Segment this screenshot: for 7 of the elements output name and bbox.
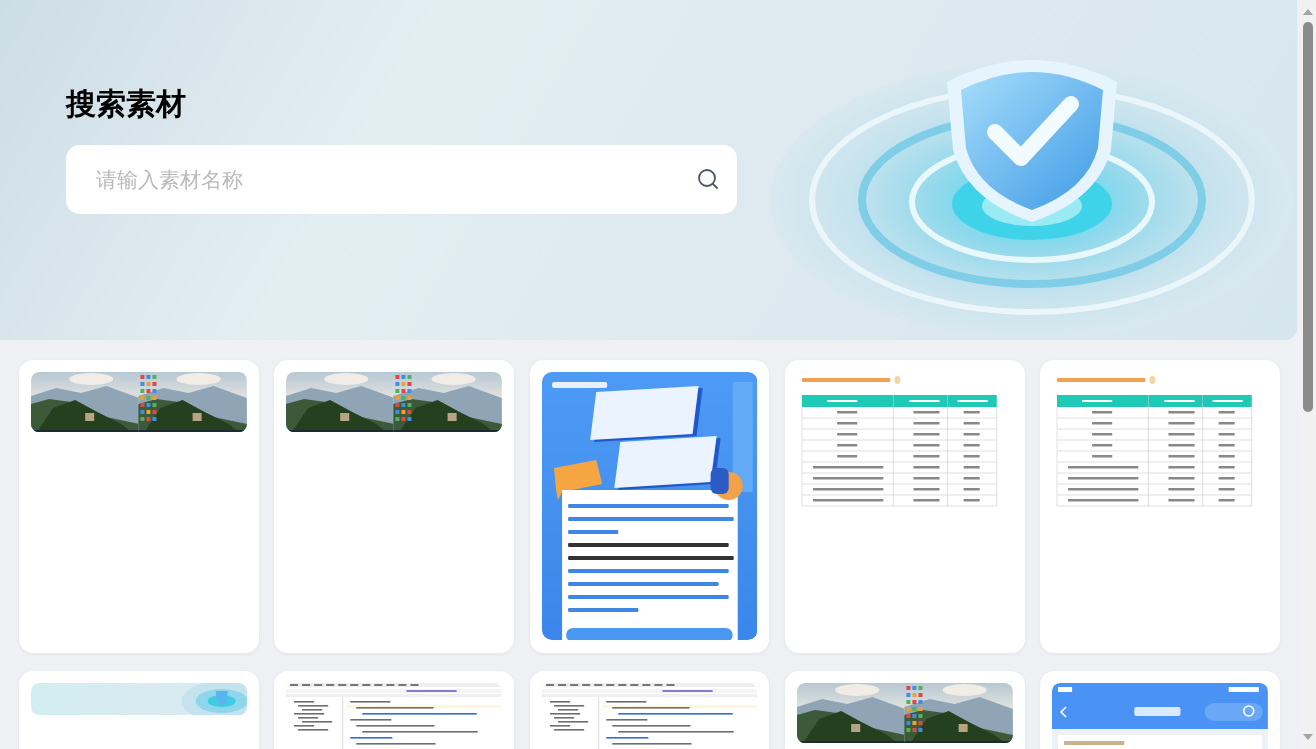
material-card[interactable] [529, 360, 770, 653]
search-field[interactable]: 请输入素材名称 [66, 145, 737, 214]
scrollbar-thumb[interactable] [1302, 22, 1313, 412]
material-card[interactable] [274, 360, 515, 653]
page-title: 搜索素材 [66, 86, 186, 122]
material-card[interactable] [19, 360, 259, 653]
search-icon[interactable] [695, 166, 721, 192]
